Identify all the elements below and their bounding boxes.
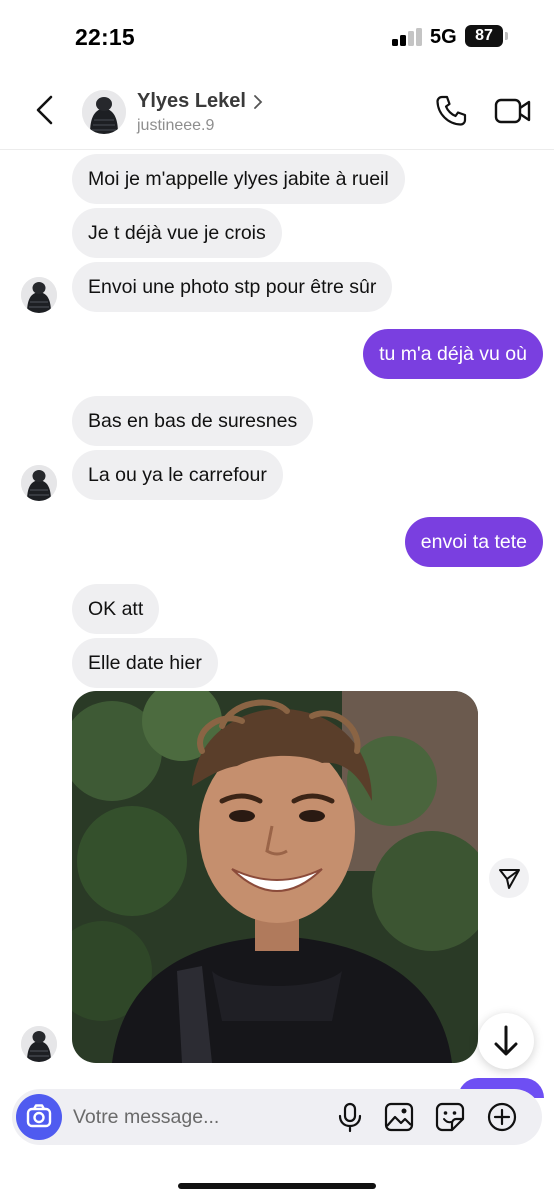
contact-username: justineee.9 xyxy=(137,117,215,134)
message-incoming[interactable]: Elle date hier xyxy=(72,638,218,688)
status-bar: 22:15 5G 87 xyxy=(0,0,554,70)
avatar[interactable] xyxy=(21,1026,57,1062)
chat-header: Ylyes Lekel justineee.9 xyxy=(0,70,554,150)
status-time: 22:15 xyxy=(75,24,135,50)
avatar[interactable] xyxy=(82,90,126,134)
contact-name-link[interactable]: Ylyes Lekel xyxy=(137,90,264,113)
photo-message[interactable] xyxy=(72,691,478,1063)
message-composer: Votre message... xyxy=(12,1089,542,1145)
message-incoming[interactable]: Moi je m'appelle ylyes jabite à rueil xyxy=(72,154,405,204)
avatar[interactable] xyxy=(21,465,57,501)
back-icon[interactable] xyxy=(30,94,60,126)
share-icon xyxy=(499,869,520,889)
sticker-icon[interactable] xyxy=(434,1101,466,1133)
battery-tip xyxy=(505,32,508,40)
battery-icon: 87 xyxy=(465,25,503,47)
message-incoming[interactable]: Je t déjà vue je crois xyxy=(72,208,282,258)
arrow-down-icon xyxy=(494,1025,518,1056)
message-outgoing[interactable]: envoi ta tete xyxy=(404,517,543,567)
message-incoming[interactable]: OK att xyxy=(72,584,160,634)
chevron-right-icon xyxy=(254,94,263,109)
network-type: 5G xyxy=(430,26,457,48)
message-outgoing[interactable]: tu m'a déjà vu où xyxy=(363,329,543,379)
microphone-icon[interactable] xyxy=(334,1101,366,1133)
home-indicator xyxy=(178,1183,376,1189)
message-incoming[interactable]: La ou ya le carrefour xyxy=(72,450,283,500)
camera-icon xyxy=(26,1104,52,1128)
contact-name: Ylyes Lekel xyxy=(137,90,246,112)
gallery-icon[interactable] xyxy=(383,1101,415,1133)
camera-button[interactable] xyxy=(16,1094,62,1140)
message-incoming[interactable]: Envoi une photo stp pour être sûr xyxy=(72,262,393,312)
avatar[interactable] xyxy=(21,277,57,313)
signal-icon xyxy=(392,28,424,46)
plus-icon[interactable] xyxy=(486,1101,518,1133)
message-incoming[interactable]: Bas en bas de suresnes xyxy=(72,396,314,446)
phone-icon[interactable] xyxy=(434,94,468,128)
share-button[interactable] xyxy=(489,858,529,898)
message-input[interactable]: Votre message... xyxy=(73,1106,219,1129)
video-icon[interactable] xyxy=(494,96,532,126)
selfie-image xyxy=(72,691,478,1063)
scroll-to-bottom-button[interactable] xyxy=(478,1013,534,1069)
